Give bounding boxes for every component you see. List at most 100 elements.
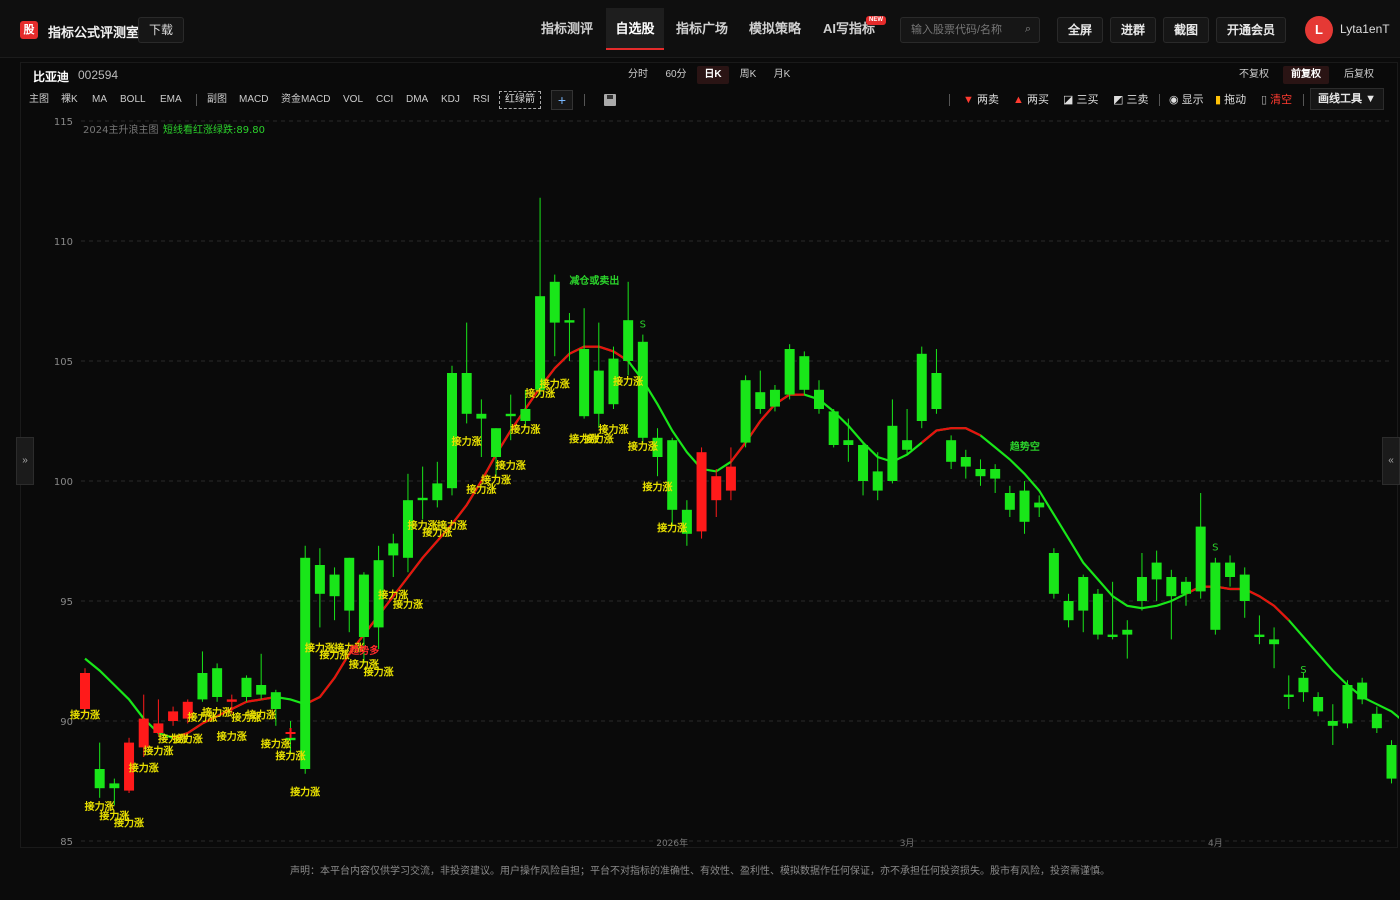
adjust-forward[interactable]: 前复权	[1283, 66, 1329, 84]
search-icon[interactable]: ⌕	[1025, 23, 1031, 36]
tool-drag[interactable]: ▮ 拖动	[1215, 93, 1246, 107]
candle-down	[1342, 685, 1353, 724]
candle-down	[593, 370, 604, 414]
signal-label: 接力涨	[598, 423, 628, 436]
tool-clear[interactable]: ▯ 清空	[1261, 93, 1292, 107]
tool-double-buy[interactable]: ▲ 两买	[1013, 93, 1049, 107]
nav-indicator-review[interactable]: 指标测评	[532, 8, 602, 50]
candle-down	[1371, 713, 1382, 729]
candle-down	[1166, 577, 1177, 597]
tool-double-sell[interactable]: ▼ 两卖	[963, 93, 999, 107]
candle-down	[1298, 677, 1309, 693]
tools-divider-3	[1303, 94, 1304, 106]
indicator-dma[interactable]: DMA	[406, 93, 428, 107]
legend-signal: 短线看红涨绿跌:89.80	[163, 123, 265, 136]
candle-up	[138, 718, 149, 748]
signal-label: 接力涨	[202, 706, 232, 719]
stock-name: 比亚迪	[33, 70, 70, 84]
period-monthly[interactable]: 月K	[767, 66, 797, 84]
signal-label: 接力涨	[643, 481, 673, 494]
nav-watchlist[interactable]: 自选股	[606, 8, 664, 50]
candle-down	[270, 692, 281, 709]
right-panel-toggle[interactable]: «	[1382, 437, 1400, 485]
tool-show[interactable]: ◉ 显示	[1169, 93, 1204, 107]
left-panel-toggle[interactable]: »	[16, 437, 34, 485]
indicator-ema[interactable]: EMA	[160, 93, 182, 107]
draw-tools-dropdown[interactable]: 画线工具 ▼	[1310, 88, 1384, 110]
avatar[interactable]: L	[1305, 16, 1333, 44]
nav-ai-indicator[interactable]: AI写指标	[816, 8, 882, 50]
indicator-fund-macd[interactable]: 资金MACD	[281, 93, 330, 107]
indicator-divider	[196, 94, 197, 106]
add-indicator-button[interactable]: +	[551, 90, 573, 110]
candle-down	[1078, 577, 1089, 611]
candle-down	[94, 769, 105, 789]
save-icon[interactable]	[604, 94, 616, 106]
period-intraday[interactable]: 分时	[621, 66, 655, 84]
signal-label: 接力涨	[437, 519, 467, 532]
y-tick-label: 110	[54, 237, 73, 248]
indicator-cci[interactable]: CCI	[376, 93, 393, 107]
app-logo-icon: 股	[20, 21, 38, 39]
download-button[interactable]: 下载	[138, 17, 184, 43]
candle-down	[843, 440, 854, 445]
candle-down	[755, 392, 766, 409]
indicator-vol[interactable]: VOL	[343, 93, 363, 107]
tools-divider	[949, 94, 950, 106]
period-60min[interactable]: 60分	[659, 66, 693, 84]
open-membership-button[interactable]: 开通会员	[1216, 17, 1286, 43]
candle-down	[358, 574, 369, 637]
candle-down	[579, 349, 590, 417]
s-marker: S	[1212, 543, 1218, 554]
nav-indicator-square[interactable]: 指标广场	[668, 8, 736, 50]
fullscreen-button[interactable]: 全屏	[1057, 17, 1103, 43]
candle-down	[1254, 634, 1265, 637]
tool-triple-buy-label: 三买	[1076, 94, 1099, 106]
candle-down	[784, 349, 795, 395]
indicator-macd[interactable]: MACD	[239, 93, 268, 107]
stock-search-input[interactable]	[901, 18, 1013, 42]
adjust-backward[interactable]: 后复权	[1337, 66, 1381, 84]
signal-label: 接力涨	[613, 375, 643, 388]
indicator-ma[interactable]: MA	[92, 93, 107, 107]
indicator-boll[interactable]: BOLL	[120, 93, 146, 107]
candle-up	[80, 673, 90, 709]
candle-down	[946, 440, 957, 462]
username[interactable]: Lyta1enT	[1340, 22, 1390, 36]
candle-down	[887, 425, 898, 481]
candle-down	[109, 783, 120, 789]
candle-down	[1195, 526, 1206, 592]
indicator-kdj[interactable]: KDJ	[441, 93, 460, 107]
candle-down	[1034, 502, 1045, 508]
new-badge: NEW	[866, 16, 886, 25]
signal-label: 接力涨	[628, 440, 658, 453]
candle-down	[623, 320, 634, 361]
tool-double-buy-label: 两买	[1026, 94, 1049, 106]
candle-down	[1004, 493, 1015, 510]
tool-drag-label: 拖动	[1224, 94, 1247, 106]
candle-down	[432, 483, 443, 501]
y-tick-label: 100	[54, 477, 73, 488]
tool-triple-sell[interactable]: ◩ 三卖	[1113, 93, 1148, 107]
candle-down	[505, 413, 516, 417]
nav-simulated-strategy[interactable]: 模拟策略	[740, 8, 810, 50]
tool-triple-buy[interactable]: ◪ 三买	[1063, 93, 1098, 107]
tool-triple-sell-label: 三卖	[1126, 94, 1149, 106]
candle-down	[902, 440, 913, 450]
line-draw-icon: ◩	[1113, 94, 1124, 106]
join-group-button[interactable]: 进群	[1110, 17, 1156, 43]
indicator-red-green-arrow[interactable]: 红绿箭	[499, 91, 541, 109]
period-daily[interactable]: 日K	[697, 66, 729, 84]
candlestick-chart[interactable]: 8590951001051101152026年 3月 4月2024主升浪主图 短线看红…	[21, 115, 1399, 847]
candle-down	[564, 320, 575, 323]
tools-divider-2	[1159, 94, 1160, 106]
indicator-naked-k[interactable]: 裸K	[61, 93, 78, 107]
period-weekly[interactable]: 周K	[733, 66, 763, 84]
screenshot-button[interactable]: 截图	[1163, 17, 1209, 43]
signal-label: 接力涨	[657, 521, 687, 534]
adjust-none[interactable]: 不复权	[1232, 66, 1276, 84]
signal-label: 接力涨	[276, 749, 306, 762]
signal-label: 接力涨	[540, 377, 570, 390]
trend-annotation: 趋势多	[349, 644, 379, 657]
indicator-rsi[interactable]: RSI	[473, 93, 490, 107]
